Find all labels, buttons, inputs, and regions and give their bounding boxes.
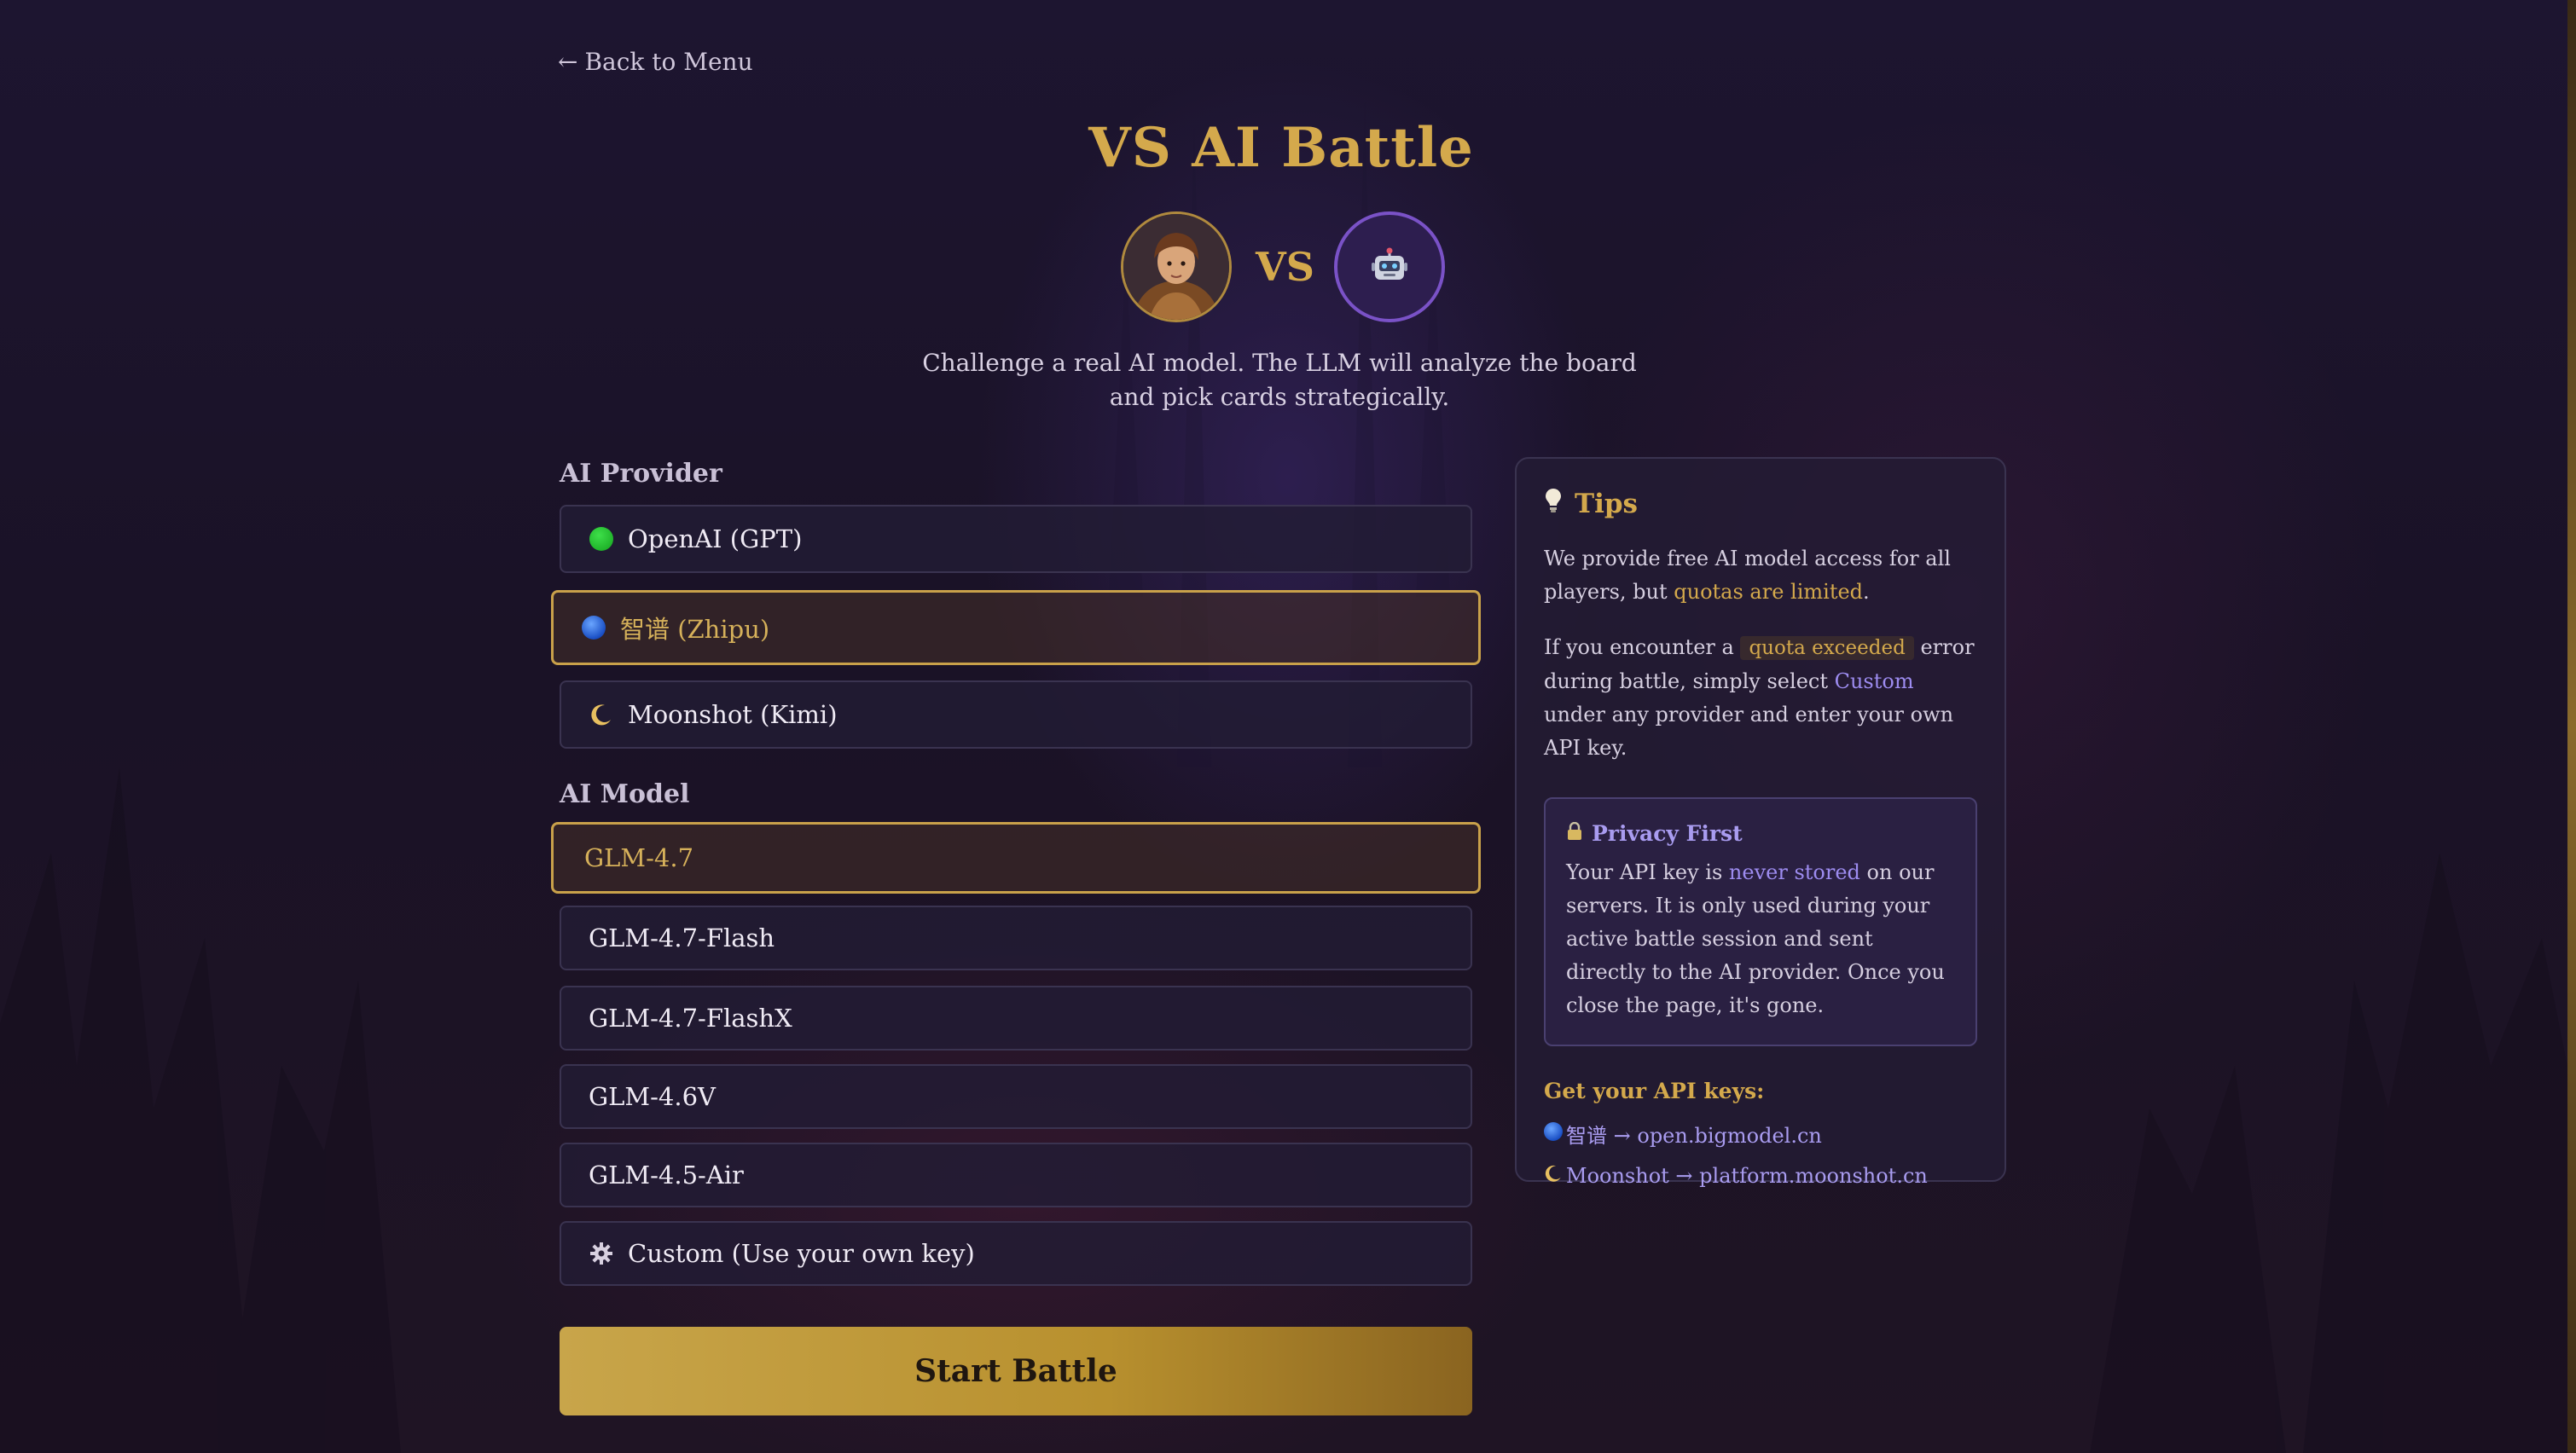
tips-text: If you encounter a [1544, 635, 1741, 659]
model-option-label: GLM-4.6V [589, 1082, 716, 1111]
provider-option-moonshot[interactable]: Moonshot (Kimi) [560, 680, 1472, 749]
vs-matchup: VS [1121, 211, 1445, 322]
lightbulb-icon [1544, 488, 1563, 520]
tips-header: Tips [1544, 488, 1977, 520]
provider-option-label: 智谱 (Zhipu) [620, 615, 770, 644]
ai-avatar [1334, 211, 1445, 322]
never-stored-highlight: never stored [1728, 860, 1860, 884]
model-option-custom[interactable]: Custom (Use your own key) [560, 1221, 1472, 1286]
back-to-menu-link[interactable]: ← Back to Menu [558, 48, 753, 76]
model-option-glm-4-7-flash[interactable]: GLM-4.7-Flash [560, 906, 1472, 970]
tips-quota-paragraph: We provide free AI model access for all … [1544, 542, 1977, 609]
model-option-glm-4-7-flashx[interactable]: GLM-4.7-FlashX [560, 986, 1472, 1051]
gear-icon [589, 1241, 614, 1266]
model-option-glm-4-5-air[interactable]: GLM-4.5-Air [560, 1143, 1472, 1207]
player-avatar [1121, 211, 1232, 322]
blue-circle-icon [581, 615, 606, 640]
crescent-moon-icon [589, 702, 614, 727]
model-option-label: GLM-4.7-Flash [589, 923, 775, 952]
privacy-header: Privacy First [1566, 821, 1955, 846]
green-circle-icon [589, 526, 614, 552]
quota-exceeded-code: quota exceeded [1740, 636, 1914, 660]
lock-icon [1566, 821, 1583, 846]
back-arrow-icon: ← [558, 48, 578, 76]
model-option-label: GLM-4.7 [584, 843, 694, 872]
back-link-label: Back to Menu [584, 48, 753, 76]
provider-option-openai[interactable]: OpenAI (GPT) [560, 505, 1472, 573]
tips-error-paragraph: If you encounter a quota exceeded error … [1544, 631, 1977, 765]
tips-text: . [1863, 580, 1870, 604]
privacy-box: Privacy First Your API key is never stor… [1544, 797, 1977, 1046]
page-title: VS AI Battle [1088, 116, 1474, 180]
api-key-link-label: 智谱 → open.bigmodel.cn [1566, 1124, 1822, 1148]
blue-circle-icon [1544, 1121, 1563, 1146]
tips-panel: Tips We provide free AI model access for… [1515, 457, 2006, 1188]
provider-option-zhipu[interactable]: 智谱 (Zhipu) [551, 590, 1481, 665]
model-option-glm-4-7[interactable]: GLM-4.7 [551, 822, 1481, 894]
model-option-label: Custom (Use your own key) [628, 1239, 975, 1268]
provider-option-label: OpenAI (GPT) [628, 524, 803, 553]
model-option-glm-4-6v[interactable]: GLM-4.6V [560, 1064, 1472, 1129]
ai-model-heading: AI Model [560, 779, 690, 809]
provider-option-label: Moonshot (Kimi) [628, 700, 838, 729]
right-edge-border [2567, 0, 2576, 1453]
player-portrait-icon [1123, 214, 1229, 320]
page-subtitle: Challenge a real AI model. The LLM will … [922, 349, 1637, 411]
custom-highlight: Custom [1834, 669, 1914, 693]
privacy-paragraph: Your API key is never stored on our serv… [1566, 856, 1955, 1022]
quotas-limited-highlight: quotas are limited [1674, 580, 1864, 604]
privacy-title: Privacy First [1592, 821, 1743, 846]
vs-label: VS [1256, 244, 1314, 290]
start-battle-button[interactable]: Start Battle [560, 1327, 1472, 1415]
model-option-label: GLM-4.7-FlashX [589, 1004, 792, 1033]
privacy-text: Your API key is [1566, 860, 1729, 884]
api-key-link-label: Moonshot → platform.moonshot.cn [1566, 1164, 1928, 1188]
moonshot-api-key-link[interactable]: Moonshot → platform.moonshot.cn [1544, 1164, 1977, 1188]
ai-provider-heading: AI Provider [560, 459, 722, 489]
robot-icon [1372, 247, 1407, 280]
crescent-moon-icon [1544, 1164, 1563, 1188]
api-keys-heading: Get your API keys: [1544, 1079, 1765, 1103]
tips-title: Tips [1575, 489, 1638, 519]
zhipu-api-key-link[interactable]: 智谱 → open.bigmodel.cn [1544, 1119, 1977, 1149]
tips-text: under any provider and enter your own AP… [1544, 703, 1954, 760]
model-option-label: GLM-4.5-Air [589, 1161, 744, 1190]
